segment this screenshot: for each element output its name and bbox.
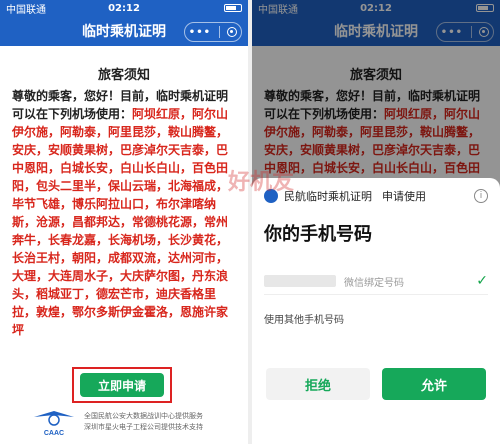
status-bar: 中国联通 02:12 [0, 0, 248, 16]
phone-auth-sheet: 民航临时乘机证明 申请使用 i 你的手机号码 微信绑定号码 ✓ 使用其他手机号码… [252, 178, 500, 444]
notice-title: 旅客须知 [97, 68, 150, 83]
info-icon[interactable]: i [474, 189, 488, 203]
more-menu-icon[interactable]: ••• [189, 27, 211, 38]
sheet-actions: 拒绝 允许 [266, 368, 486, 400]
close-miniprogram-icon[interactable] [227, 27, 238, 37]
page-title: 临时乘机证明 [82, 24, 166, 40]
bound-phone-option[interactable]: 微信绑定号码 ✓ [264, 268, 488, 295]
allow-button[interactable]: 允许 [382, 368, 486, 400]
footer-line-1: 全国民航公安大数据战训中心提供服务 [84, 412, 203, 420]
battery-icon [224, 4, 243, 12]
caac-logo-text: CAAC [44, 430, 64, 437]
apply-highlight-box: 立即申请 [72, 367, 172, 403]
footer-line-2: 深圳市星火电子工程公司提供技术支持 [84, 423, 203, 431]
masked-phone-number [264, 275, 336, 287]
apply-now-button[interactable]: 立即申请 [80, 373, 164, 397]
sheet-title: 你的手机号码 [264, 224, 372, 245]
clock: 02:12 [108, 2, 140, 14]
screenshot-root: 中国联通 02:12 临时乘机证明 ••• 旅客须知 尊敬的乘客，您好！目前，临… [0, 0, 500, 444]
checkmark-icon: ✓ [476, 273, 488, 289]
notice-section: 旅客须知 尊敬的乘客，您好！目前，临时乘机证明可以在下列机场使用：阿坝红原，阿尔… [0, 46, 248, 339]
notice-body: 尊敬的乘客，您好！目前，临时乘机证明可以在下列机场使用：阿坝红原，阿尔山伊尔施，… [12, 87, 236, 339]
airport-list: 阿坝红原，阿尔山伊尔施，阿勒泰，阿里昆莎，鞍山腾鳌，安庆，安顺黄果树，巴彦淖尔天… [12, 107, 229, 337]
use-other-phone-link[interactable]: 使用其他手机号码 [264, 311, 488, 326]
battery-area [163, 4, 243, 12]
phone-hint: 微信绑定号码 [344, 277, 404, 289]
apply-use-label: 申请使用 [382, 190, 426, 203]
caac-logo-icon: CAAC [34, 411, 74, 437]
reject-button[interactable]: 拒绝 [266, 368, 370, 400]
footer-text: 全国民航公安大数据战训中心提供服务 深圳市星火电子工程公司提供技术支持 [84, 411, 203, 433]
watermark-text: 好机友 [228, 170, 295, 195]
left-panel: 中国联通 02:12 临时乘机证明 ••• 旅客须知 尊敬的乘客，您好！目前，临… [0, 0, 248, 444]
capsule-divider [218, 26, 220, 38]
footer: CAAC 全国民航公安大数据战训中心提供服务 深圳市星火电子工程公司提供技术支持 [32, 404, 248, 440]
carrier-label: 中国联通 [6, 4, 46, 16]
nav-bar: 临时乘机证明 ••• [0, 16, 248, 46]
miniprogram-capsule: ••• [184, 22, 242, 42]
app-name: 民航临时乘机证明 [284, 190, 372, 203]
